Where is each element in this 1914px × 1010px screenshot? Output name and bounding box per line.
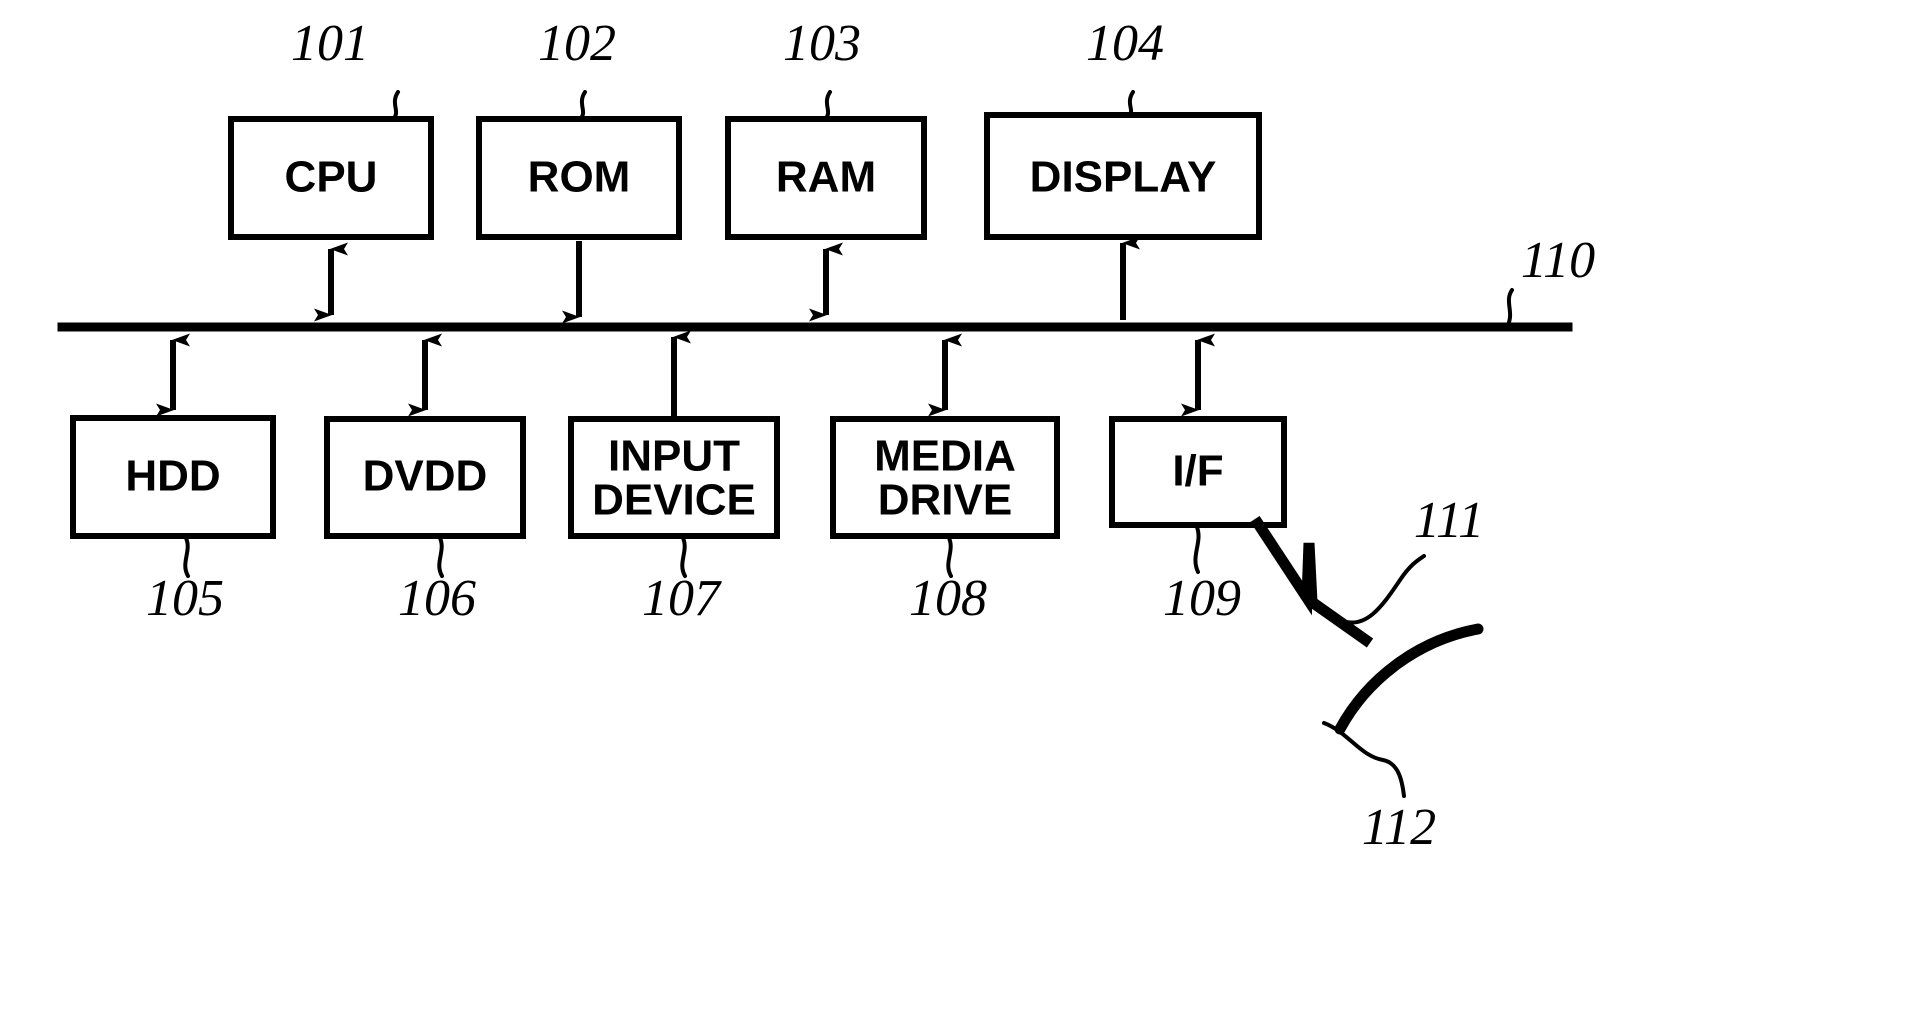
leader-101 — [391, 90, 400, 121]
leader-102 — [578, 90, 587, 121]
block-input-device: INPUT DEVICE — [568, 330, 780, 539]
ref-102: 102 — [538, 15, 616, 121]
block-media-drive: MEDIA DRIVE — [830, 333, 1060, 539]
block-hdd: HDD — [70, 333, 276, 539]
cpu-label: CPU — [285, 153, 378, 202]
leader-110 — [1505, 288, 1514, 329]
ref-num-106: 106 — [398, 570, 476, 627]
arc-curve — [1334, 623, 1484, 735]
ref-106: 106 — [398, 534, 476, 627]
ref-num-111: 111 — [1414, 492, 1484, 549]
patent-figure: CPU ROM RAM DISPLAY HDD DVDD INPUT DEVIC… — [0, 0, 1914, 1010]
leader-104 — [1126, 90, 1135, 117]
ref-108: 108 — [909, 534, 987, 627]
ref-num-104: 104 — [1086, 15, 1164, 72]
dvdd-label: DVDD — [363, 452, 488, 501]
interface-label: I/F — [1172, 447, 1223, 496]
hdd-label: HDD — [125, 452, 220, 501]
ref-num-102: 102 — [538, 15, 616, 72]
ref-num-109: 109 — [1163, 570, 1241, 627]
media-drive-label-line2: DRIVE — [878, 476, 1012, 525]
ref-104: 104 — [1086, 15, 1164, 117]
radio-wave-arc — [1334, 623, 1484, 735]
rom-label: ROM — [528, 153, 631, 202]
ref-110: 110 — [1505, 232, 1595, 329]
ref-101: 101 — [291, 15, 400, 121]
input-device-label-line1: INPUT — [608, 432, 740, 481]
leader-112 — [1322, 721, 1406, 798]
ram-label: RAM — [776, 153, 876, 202]
input-device-label-line2: DEVICE — [592, 476, 756, 525]
ref-num-105: 105 — [146, 570, 224, 627]
ref-103: 103 — [783, 15, 861, 121]
ref-107: 107 — [642, 534, 722, 627]
ref-num-101: 101 — [291, 15, 369, 72]
leader-103 — [823, 90, 832, 121]
block-cpu: CPU — [228, 116, 434, 322]
ref-111: 111 — [1338, 492, 1484, 625]
block-display: DISPLAY — [984, 112, 1262, 320]
leader-109 — [1193, 523, 1201, 574]
block-dvdd: DVDD — [324, 333, 526, 539]
ref-num-108: 108 — [909, 570, 987, 627]
media-drive-label-line1: MEDIA — [874, 432, 1016, 481]
ref-109: 109 — [1163, 523, 1241, 627]
ref-112: 112 — [1322, 721, 1436, 856]
ref-num-103: 103 — [783, 15, 861, 72]
ref-num-107: 107 — [642, 570, 722, 627]
ref-105: 105 — [146, 534, 224, 627]
block-rom: ROM — [476, 116, 682, 324]
ref-num-110: 110 — [1521, 232, 1595, 289]
block-ram: RAM — [725, 116, 927, 322]
block-interface: I/F — [1109, 333, 1287, 528]
ref-num-112: 112 — [1362, 799, 1436, 856]
display-label: DISPLAY — [1030, 153, 1217, 202]
leader-111 — [1338, 554, 1426, 625]
